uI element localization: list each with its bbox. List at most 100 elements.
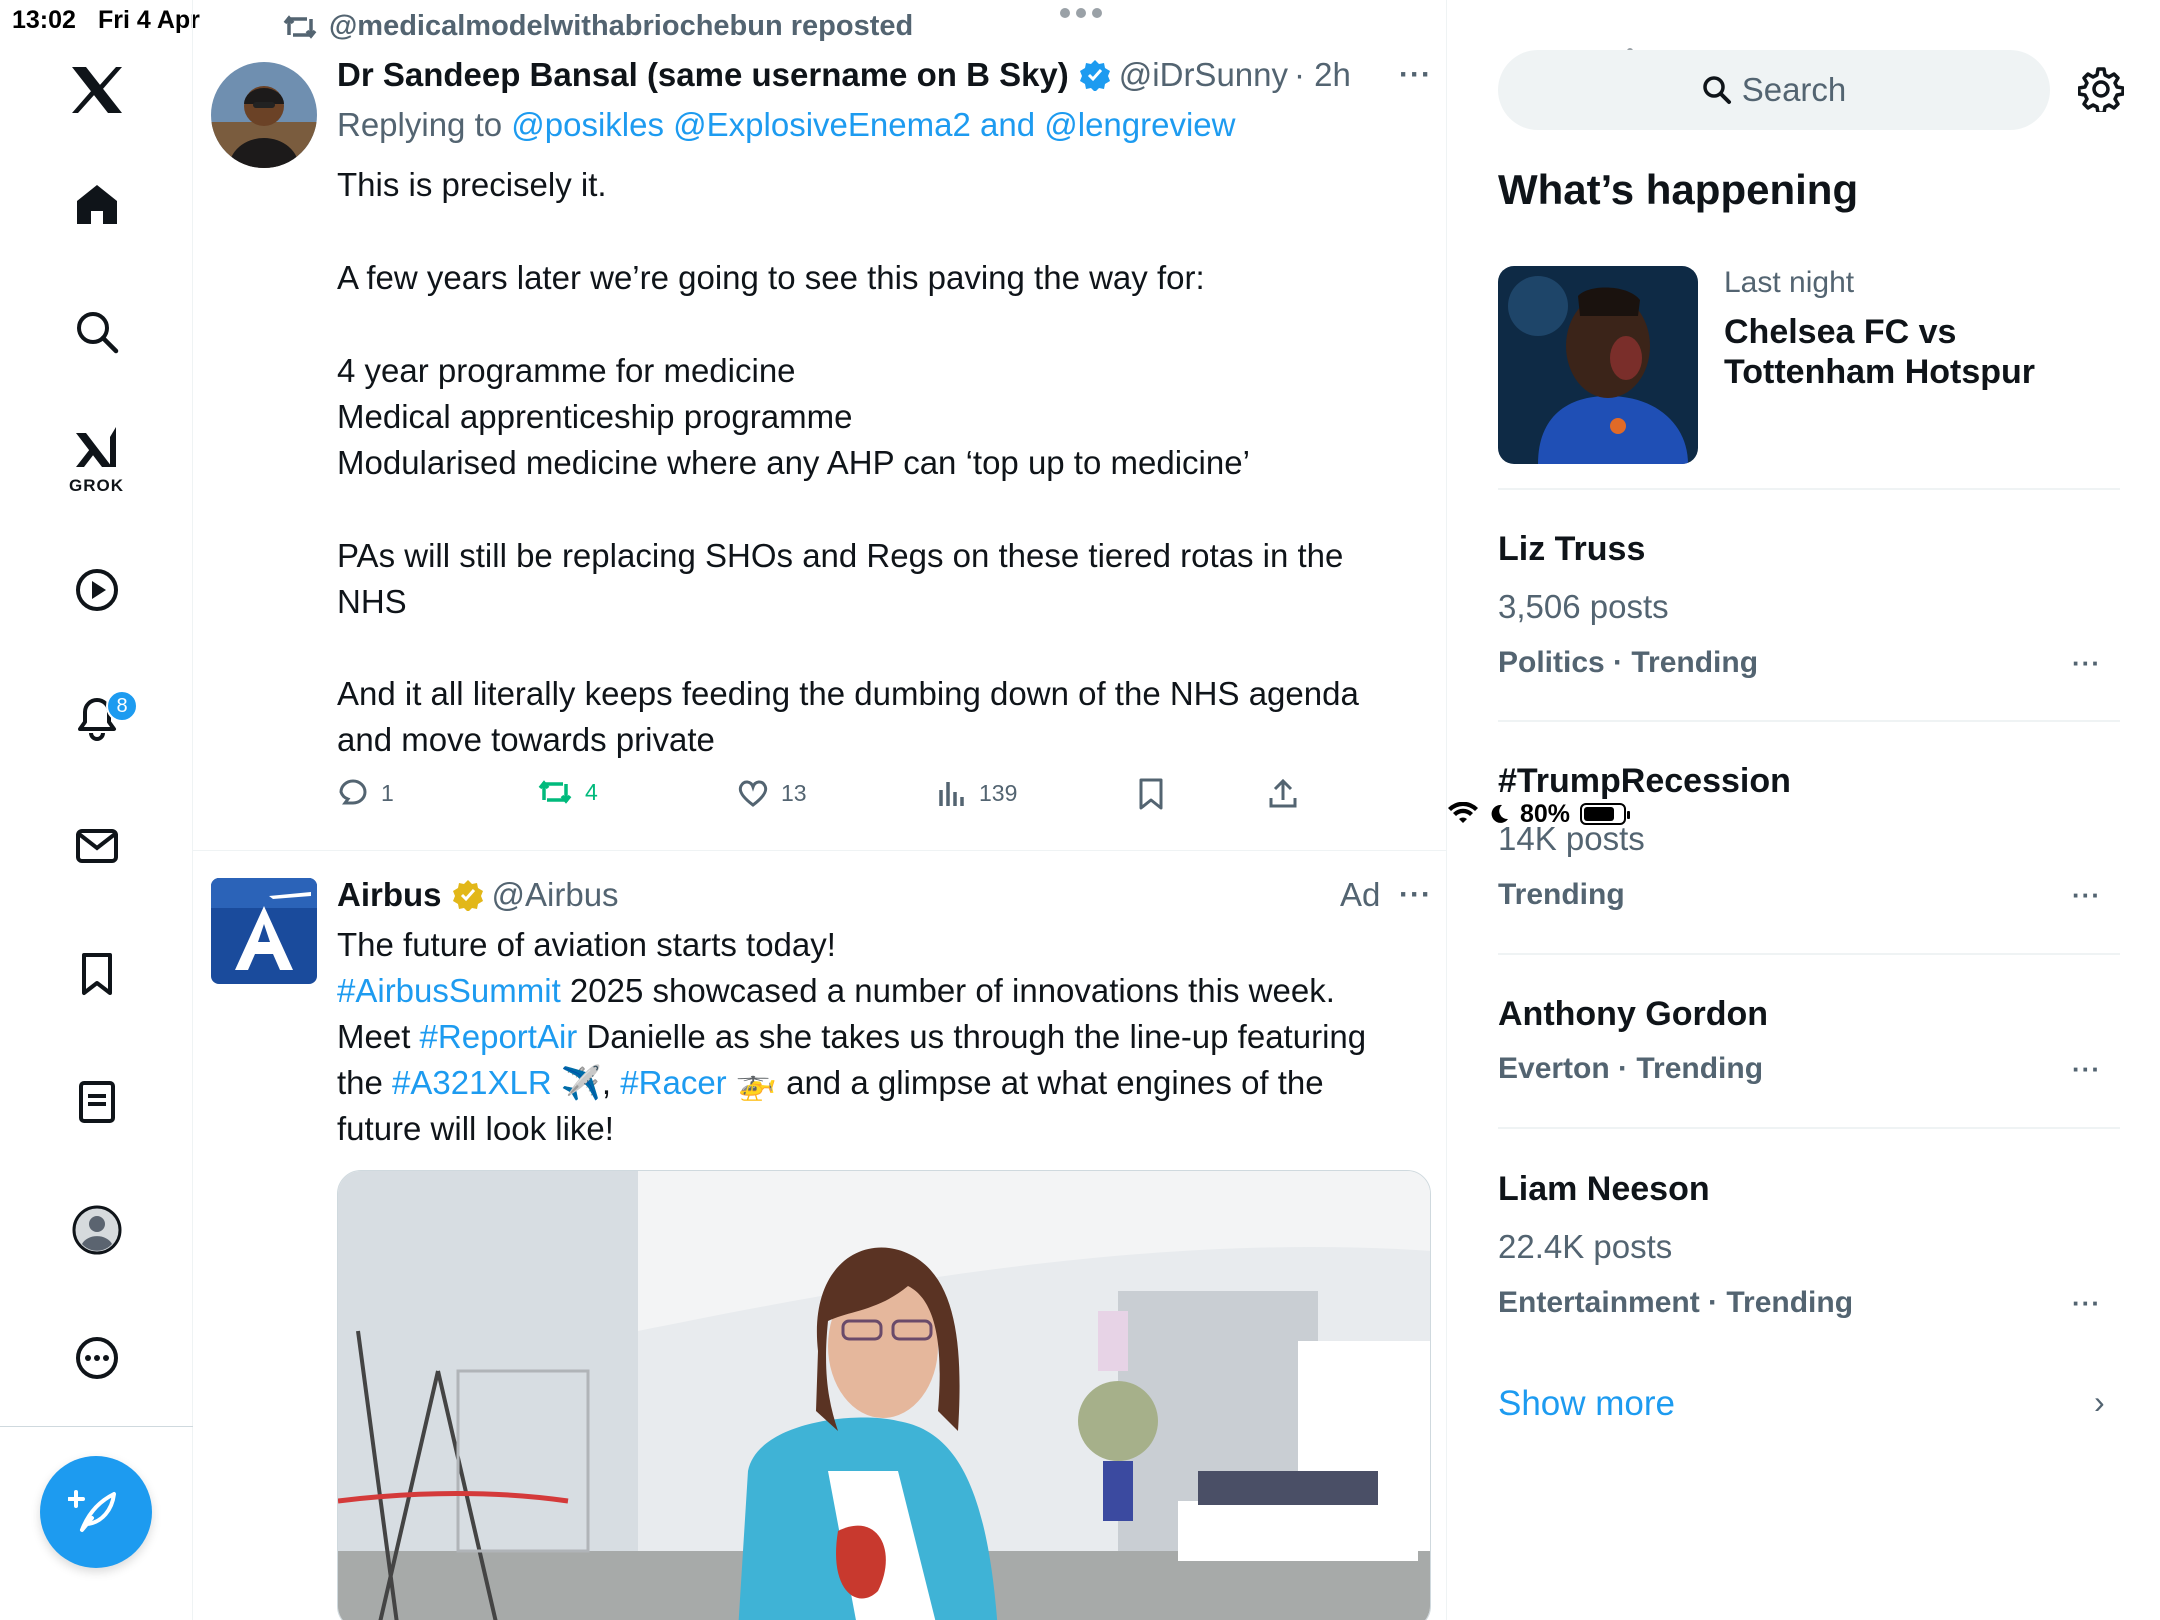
search-icon	[1702, 76, 1731, 104]
airbus-logo-avatar[interactable]	[211, 878, 317, 984]
featured-trend-headline[interactable]: Chelsea FC vs Tottenham Hotspur	[1724, 312, 2104, 392]
tweet-author-line: Dr Sandeep Bansal (same username on B Sk…	[337, 56, 1351, 94]
trend-posts: 3,506 posts	[1498, 588, 1669, 625]
featured-trend-image[interactable]	[1498, 266, 1698, 464]
show-more-link[interactable]: Show more	[1498, 1384, 1675, 1424]
tweet-actions: 1 4 13 139	[337, 778, 1497, 822]
trend-name[interactable]: Liz Truss	[1498, 530, 1645, 569]
ad-body-text: 2025 showcased a number of innovations t…	[560, 972, 1335, 1009]
left-navigation: GROK 8	[0, 0, 193, 1620]
share-icon	[1269, 778, 1297, 808]
share-button[interactable]	[1267, 778, 1299, 810]
lists-icon[interactable]	[0, 1052, 193, 1152]
trend-more-icon[interactable]: ···	[2072, 648, 2101, 679]
tweet-more-menu-icon[interactable]: ···	[1399, 58, 1432, 92]
timeline: @medicalmodelwithabriochebun reposted Dr…	[193, 0, 1633, 1620]
settings-gear-icon[interactable]	[2077, 66, 2125, 117]
home-icon[interactable]	[0, 154, 193, 254]
author-handle[interactable]: @iDrSunny	[1119, 56, 1288, 94]
like-button[interactable]: 13	[737, 778, 807, 808]
ad-body-line: The future of aviation starts today!	[337, 926, 836, 963]
trend-posts: 22.4K posts	[1498, 1228, 1673, 1265]
search-input[interactable]: Search	[1498, 50, 2050, 130]
explore-search-icon[interactable]	[0, 282, 193, 382]
ad-author-handle[interactable]: @Airbus	[492, 876, 619, 914]
messages-envelope-icon[interactable]	[0, 796, 193, 896]
profile-avatar-icon[interactable]	[0, 1180, 193, 1280]
tweet-time[interactable]: · 2h	[1294, 56, 1351, 94]
x-logo-icon[interactable]	[0, 40, 193, 140]
trend-divider	[1498, 953, 2120, 955]
hashtag-airbussummit[interactable]: #AirbusSummit	[337, 972, 561, 1009]
author-avatar[interactable]	[211, 62, 317, 168]
ad-body-line: the #A321XLR ✈️, #Racer 🚁 and a glimpse …	[337, 1064, 1324, 1103]
trend-category: Politics · Trending	[1498, 646, 1759, 679]
gold-verified-badge-icon	[452, 880, 483, 911]
more-options-icon[interactable]	[0, 1308, 193, 1408]
compose-post-button[interactable]	[40, 1456, 152, 1568]
hashtag-a321xlr[interactable]: #A321XLR	[392, 1064, 552, 1101]
tweet-body-line: A few years later we’re going to see thi…	[337, 259, 1205, 296]
view-count: 139	[979, 779, 1018, 806]
repost-icon	[538, 780, 572, 804]
featured-trend-meta: Last night	[1724, 266, 1855, 299]
bookmark-button[interactable]	[1137, 778, 1165, 810]
reply-mention-3[interactable]: @lengreview	[1044, 106, 1235, 143]
reply-and: and	[970, 106, 1045, 143]
tweet-body-line: Modularised medicine where any AHP can ‘…	[337, 444, 1250, 481]
repost-button[interactable]: 4	[537, 778, 598, 806]
tweet-body-line: This is precisely it.	[337, 166, 607, 203]
trend-category: Trending	[1498, 878, 1625, 911]
like-count: 13	[781, 779, 807, 806]
ad-body-emoji: ✈️,	[551, 1064, 621, 1101]
trend-name[interactable]: #TrumpRecession	[1498, 762, 1791, 801]
ad-more-menu-icon[interactable]: ···	[1399, 878, 1432, 912]
trend-name[interactable]: Liam Neeson	[1498, 1170, 1710, 1209]
notifications-badge: 8	[106, 690, 138, 722]
reply-icon	[339, 779, 367, 805]
search-placeholder: Search	[1741, 71, 1847, 108]
ad-body-line: future will look like!	[337, 1110, 614, 1147]
hashtag-racer[interactable]: #Racer	[620, 1064, 726, 1101]
trend-name[interactable]: Anthony Gordon	[1498, 995, 1768, 1034]
repost-icon	[283, 14, 317, 39]
ad-body-emoji: 🚁	[726, 1064, 777, 1101]
trend-more-icon[interactable]: ···	[2072, 1288, 2101, 1319]
bookmark-icon	[1139, 778, 1163, 810]
replying-to-line: Replying to @posikles @ExplosiveEnema2 a…	[337, 106, 1235, 144]
tweet-body-line: 4 year programme for medicine	[337, 352, 796, 389]
heart-icon	[738, 780, 768, 807]
video-frame-illustration	[338, 1171, 1430, 1620]
views-chart-icon	[939, 782, 964, 806]
notifications-bell-icon[interactable]: 8	[0, 668, 193, 768]
reply-mention-1[interactable]: @posikles	[511, 106, 664, 143]
ad-body-text: the	[337, 1064, 393, 1101]
replying-prefix: Replying to	[337, 106, 512, 143]
grok-icon[interactable]: GROK	[0, 410, 193, 510]
trend-divider	[1498, 720, 2120, 722]
grok-label: GROK	[69, 476, 124, 495]
ad-video-media[interactable]	[337, 1170, 1431, 1620]
reply-mention-2[interactable]: @ExplosiveEnema2	[673, 106, 971, 143]
trend-category: Everton · Trending	[1498, 1052, 1764, 1085]
hashtag-reportair[interactable]: #ReportAir	[420, 1018, 578, 1055]
views-button[interactable]: 139	[937, 778, 1017, 808]
video-play-icon[interactable]	[0, 540, 193, 640]
author-name[interactable]: Dr Sandeep Bansal (same username on B Sk…	[337, 56, 1069, 94]
ad-body-line: Meet #ReportAir Danielle as she takes us…	[337, 1018, 1366, 1056]
ad-author-line: Airbus @Airbus	[337, 876, 619, 914]
ad-label: Ad	[1340, 876, 1381, 913]
ad-body-line: #AirbusSummit 2025 showcased a number of…	[337, 972, 1335, 1010]
repost-indicator[interactable]: @medicalmodelwithabriochebun reposted	[283, 10, 913, 43]
trend-posts: 14K posts	[1498, 820, 1645, 857]
repost-count: 4	[585, 778, 598, 805]
trend-more-icon[interactable]: ···	[2072, 1054, 2101, 1085]
tweet-body-line: and move towards private	[337, 721, 715, 758]
tweet-body-line: PAs will still be replacing SHOs and Reg…	[337, 537, 1344, 574]
ad-author-name[interactable]: Airbus	[337, 876, 442, 914]
bookmarks-icon[interactable]	[0, 924, 193, 1024]
trend-more-icon[interactable]: ···	[2072, 880, 2101, 911]
reply-count: 1	[381, 779, 394, 806]
reply-button[interactable]: 1	[337, 778, 394, 808]
trend-category: Entertainment · Trending	[1498, 1286, 1854, 1319]
